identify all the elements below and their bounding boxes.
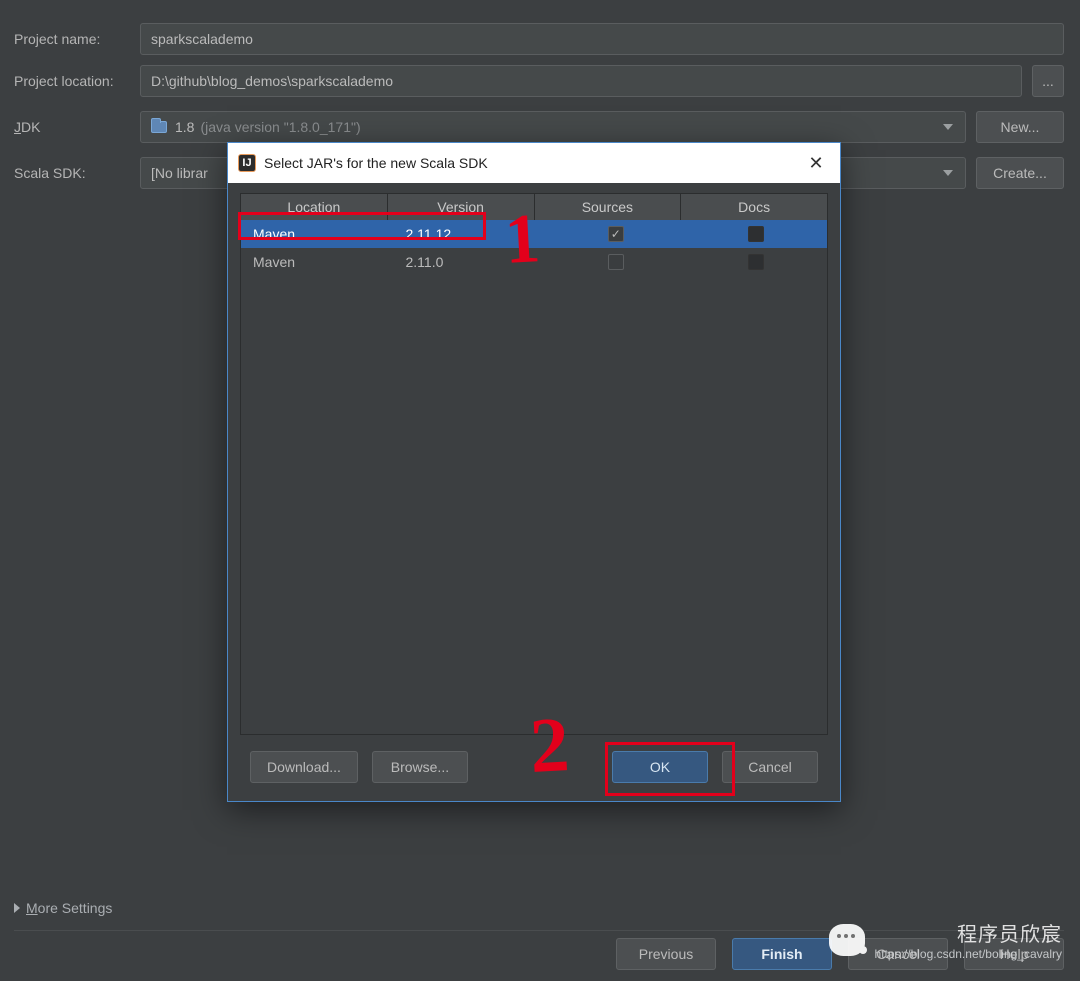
cell-location: Maven — [241, 254, 394, 270]
table-body: Maven2.11.12Maven2.11.0 — [241, 220, 827, 276]
table-row[interactable]: Maven2.11.0 — [241, 248, 827, 276]
dialog-title: Select JAR's for the new Scala SDK — [264, 155, 796, 171]
scala-sdk-value: [No librar — [151, 165, 208, 181]
project-location-browse-button[interactable]: ... — [1032, 65, 1064, 97]
checkbox-docs[interactable] — [748, 254, 764, 270]
close-icon: ✕ — [808, 153, 823, 174]
jars-table[interactable]: Location Version Sources Docs Maven2.11.… — [240, 193, 828, 735]
col-docs[interactable]: Docs — [681, 194, 827, 220]
cell-sources[interactable] — [546, 254, 687, 270]
finish-button[interactable]: Finish — [732, 938, 832, 970]
project-name-value: sparkscalademo — [151, 31, 253, 47]
project-name-label-text: Project name: — [14, 31, 100, 47]
previous-button[interactable]: Previous — [616, 938, 716, 970]
triangle-right-icon — [14, 903, 20, 913]
project-name-input[interactable]: sparkscalademo — [140, 23, 1064, 55]
table-header-row: Location Version Sources Docs — [241, 194, 827, 220]
jdk-label: JDK — [14, 119, 140, 135]
cancel-label: Cancel — [748, 759, 792, 775]
col-location[interactable]: Location — [241, 194, 388, 220]
download-label: Download... — [267, 759, 341, 775]
more-settings-toggle[interactable]: More Settings — [14, 900, 112, 916]
col-sources[interactable]: Sources — [535, 194, 682, 220]
wizard-cancel-label: Cancel — [876, 946, 920, 962]
scala-sdk-label: Scala SDK: — [14, 165, 140, 181]
dialog-button-bar: Download... Browse... OK Cancel — [240, 735, 828, 801]
scala-sdk-create-label: Create... — [993, 165, 1047, 181]
separator — [14, 930, 1064, 931]
project-location-input[interactable]: D:\github\blog_demos\sparkscalademo — [140, 65, 1022, 97]
ok-button[interactable]: OK — [612, 751, 708, 783]
project-location-value: D:\github\blog_demos\sparkscalademo — [151, 73, 393, 89]
wizard-cancel-button[interactable]: Cancel — [848, 938, 948, 970]
cancel-button[interactable]: Cancel — [722, 751, 818, 783]
project-name-label: Project name: — [14, 31, 140, 47]
chevron-down-icon — [943, 170, 953, 176]
cell-version: 2.11.0 — [394, 254, 547, 270]
cell-docs[interactable] — [687, 226, 828, 242]
checkbox-sources[interactable] — [608, 226, 624, 242]
ok-label: OK — [650, 759, 670, 775]
checkbox-sources[interactable] — [608, 254, 624, 270]
table-row[interactable]: Maven2.11.12 — [241, 220, 827, 248]
checkbox-docs[interactable] — [748, 226, 764, 242]
help-label: Help — [1000, 946, 1029, 962]
dialog-body: Location Version Sources Docs Maven2.11.… — [228, 183, 840, 801]
wizard-button-bar: Previous Finish Cancel Help — [616, 938, 1064, 970]
scala-sdk-label-text: Scala SDK: — [14, 165, 86, 181]
folder-icon — [151, 121, 167, 133]
jdk-value: 1.8 — [175, 119, 194, 135]
jdk-hint: (java version "1.8.0_171") — [200, 119, 360, 135]
jdk-new-label: New... — [1001, 119, 1040, 135]
browse-button[interactable]: Browse... — [372, 751, 468, 783]
dialog-close-button[interactable]: ✕ — [796, 143, 836, 183]
project-location-label: Project location: — [14, 73, 140, 89]
jdk-select[interactable]: 1.8 (java version "1.8.0_171") — [140, 111, 966, 143]
scala-sdk-create-button[interactable]: Create... — [976, 157, 1064, 189]
browse-label: Browse... — [391, 759, 449, 775]
dialog-titlebar[interactable]: IJ Select JAR's for the new Scala SDK ✕ — [228, 143, 840, 183]
project-location-label-text: Project location: — [14, 73, 114, 89]
finish-label: Finish — [761, 946, 802, 962]
previous-label: Previous — [639, 946, 693, 962]
chevron-down-icon — [943, 124, 953, 130]
download-button[interactable]: Download... — [250, 751, 358, 783]
help-button[interactable]: Help — [964, 938, 1064, 970]
intellij-icon: IJ — [238, 154, 256, 172]
cell-sources[interactable] — [546, 226, 687, 242]
cell-docs[interactable] — [687, 254, 828, 270]
ellipsis-icon: ... — [1042, 73, 1054, 89]
more-settings-label: More Settings — [26, 900, 112, 916]
select-jars-dialog: IJ Select JAR's for the new Scala SDK ✕ … — [227, 142, 841, 802]
cell-version: 2.11.12 — [394, 226, 547, 242]
cell-location: Maven — [241, 226, 394, 242]
jdk-new-button[interactable]: New... — [976, 111, 1064, 143]
col-version[interactable]: Version — [388, 194, 535, 220]
